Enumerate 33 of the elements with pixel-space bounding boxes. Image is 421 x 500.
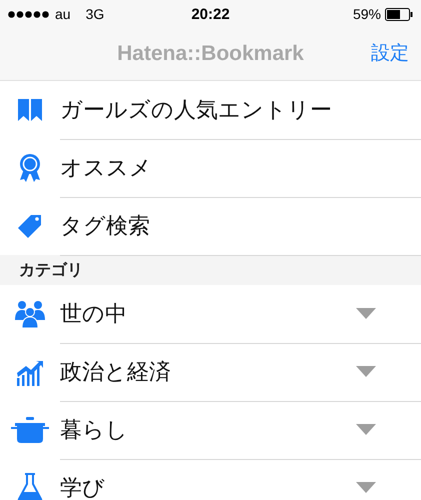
row-label: 世の中 [60,300,127,328]
award-ribbon-icon [17,153,43,183]
growth-chart-icon [16,358,44,386]
battery-icon [385,8,413,20]
tag-icon [17,213,43,239]
settings-button[interactable]: 設定 [371,40,409,66]
row-label: ガールズの人気エントリー [60,96,332,124]
signal-strength-icon [8,10,50,18]
cooking-pot-icon [11,417,49,443]
network-type: 3G [86,6,104,22]
status-time: 20:22 [191,6,230,22]
dropdown-triangle-icon[interactable] [356,366,376,377]
list-row[interactable]: 暮らし [0,401,421,459]
row-label: 政治と経済 [60,358,171,386]
row-label: オススメ [60,154,152,182]
row-label: タグ検索 [60,212,150,240]
dropdown-triangle-icon[interactable] [356,424,376,435]
battery-percent: 59% [352,6,381,22]
list-row[interactable]: 学び [0,459,421,500]
dropdown-triangle-icon[interactable] [356,482,376,493]
bookmark-icon [17,97,43,123]
list-row[interactable]: 政治と経済 [0,343,421,401]
row-label: 学び [60,474,105,500]
app-title: Hatena::Bookmark [117,42,304,66]
people-icon [15,300,45,328]
section-header: カテゴリ [0,255,421,285]
row-label: 暮らし [60,416,128,444]
list-row[interactable]: オススメ [0,139,421,197]
flask-icon [17,473,43,500]
dropdown-triangle-icon[interactable] [356,308,376,319]
carrier-name: au [55,6,71,22]
list-row[interactable]: ガールズの人気エントリー [0,81,421,139]
list-row[interactable]: 世の中 [0,285,421,343]
